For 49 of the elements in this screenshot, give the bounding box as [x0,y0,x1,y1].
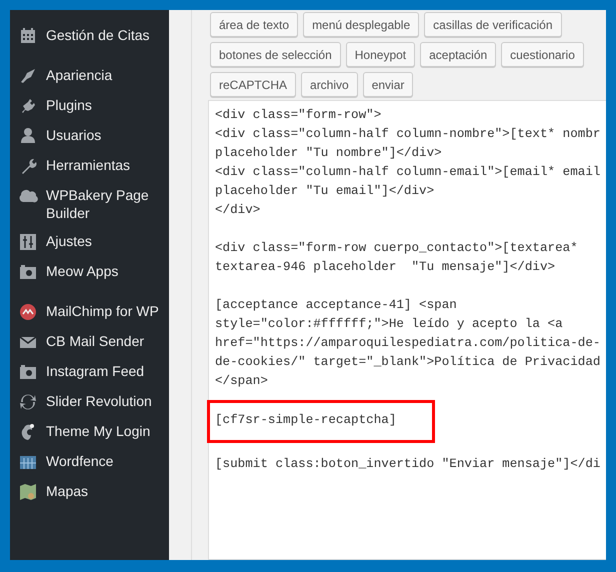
code-line: textarea-946 placeholder "Tu mensaje"]</div> [215,259,556,276]
tag-button[interactable]: enviar [362,72,414,97]
camera-icon [18,362,38,382]
tag-button[interactable]: menú desplegable [303,12,420,37]
menu-item[interactable]: Wordfence [10,448,169,478]
menu-item[interactable]: Meow Apps [10,258,169,288]
menu-item[interactable]: Herramientas [10,152,169,182]
code-line: placeholder "Tu nombre"]</div> [215,145,443,162]
menu-item[interactable]: Usuarios [10,122,169,152]
sliders-icon [18,232,38,252]
menu-item[interactable]: Apariencia [10,62,169,92]
tag-button[interactable]: aceptación [420,42,496,67]
menu-item[interactable]: Gestión de Citas [10,22,169,52]
code-line: <div class="form-row cuerpo_contacto">[textarea* [215,240,579,257]
paintbrush-icon [18,66,38,86]
code-line: <div class="form-row"> [215,107,382,124]
menu-item[interactable]: CB Mail Sender [10,328,169,358]
user-icon [18,126,38,146]
camera-icon [18,262,38,282]
calendar-icon [18,26,38,46]
refresh-icon [18,392,38,412]
menu-item[interactable]: Mapas [10,478,169,508]
code-line: [cf7sr-simple-recaptcha] [215,412,396,429]
code-line: </div> [215,202,262,219]
tag-button[interactable]: archivo [301,72,358,97]
code-line: <div class="column-half column-nombre">[text* nombr [215,126,602,143]
menu-item[interactable]: MailChimp for WP [10,298,169,328]
tag-button[interactable]: reCAPTCHA [210,72,296,97]
tag-button[interactable]: área de texto [210,12,298,37]
tag-button[interactable]: cuestionario [501,42,584,67]
code-line: style="color:#ffffff;">He leído y acepto la <a [215,316,564,333]
menu-item[interactable]: WPBakery Page Builder [10,182,169,228]
menu-item[interactable]: Plugins [10,92,169,122]
code-line: <div class="column-half column-email">[email* email [215,164,602,181]
map-icon [18,482,38,502]
code-line: de-cookies/" target="_blank">Política de Privacidad [215,354,602,371]
tag-button[interactable]: Honeypot [346,42,416,67]
tag-button[interactable]: casillas de verificación [424,12,562,37]
code-line: placeholder "Tu email"]</div> [215,183,436,200]
code-editor[interactable] [208,100,606,560]
code-line: [submit class:boton_invertido "Enviar mensaje"]</di [215,456,602,473]
menu-item[interactable]: Instagram Feed [10,358,169,388]
tag-button[interactable]: botones de selección [210,42,341,67]
menu-item[interactable]: Theme My Login [10,418,169,448]
menu-item[interactable]: Ajustes [10,228,169,258]
code-line: [acceptance acceptance-41] <span [215,297,458,314]
code-line: href="https://amparoquilespediatra.com/politica-de- [215,335,602,352]
menu-item[interactable]: Slider Revolution [10,388,169,418]
code-line: </span> [215,373,269,390]
